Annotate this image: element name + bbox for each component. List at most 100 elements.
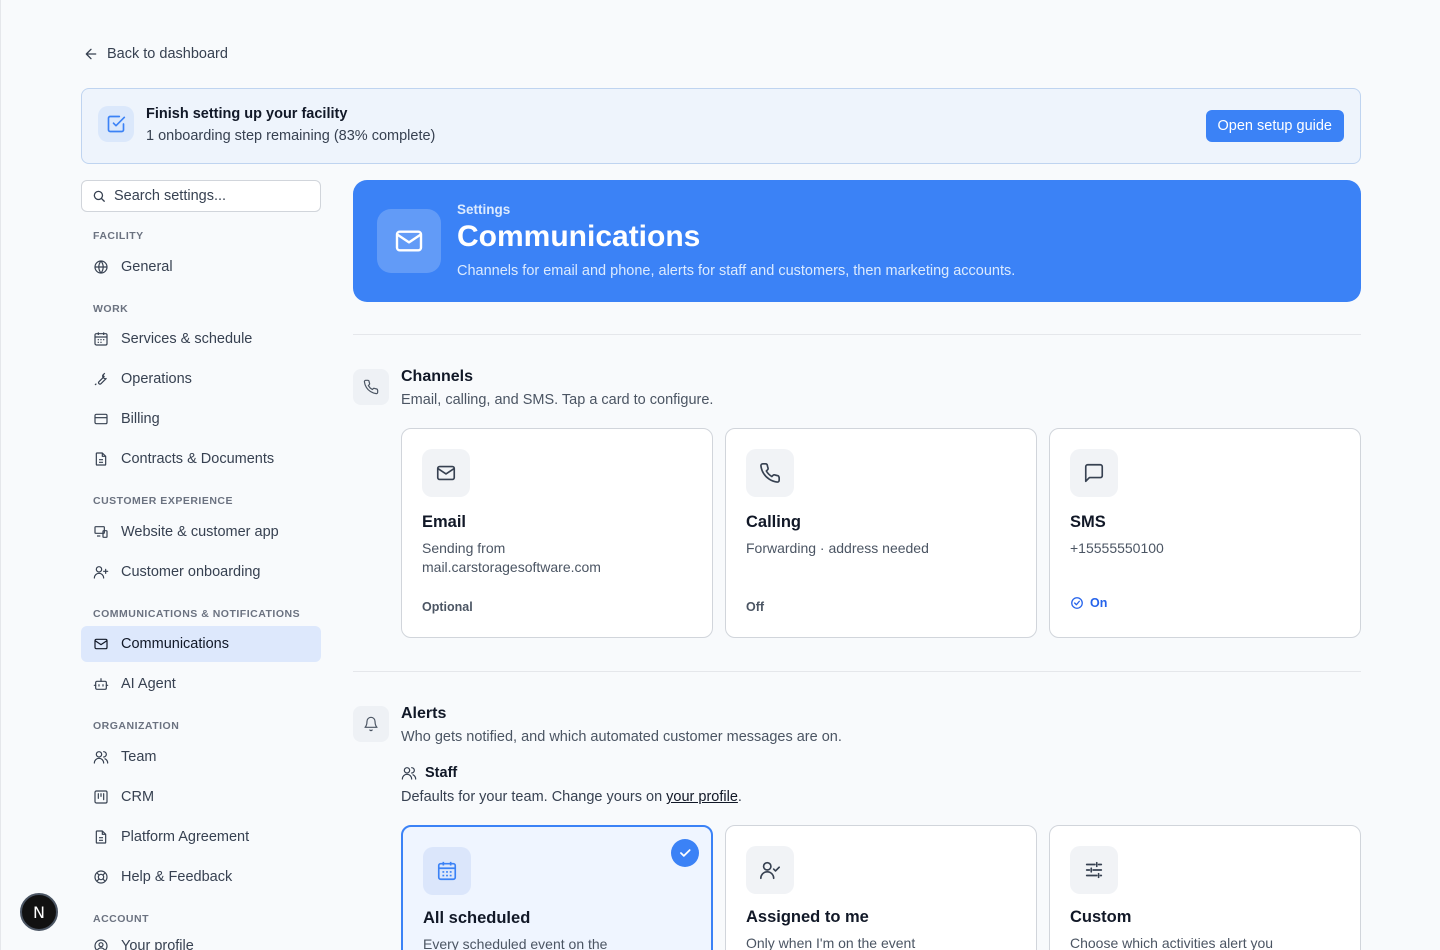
staff-label-text: Staff	[425, 765, 458, 781]
sidebar-item-your-profile[interactable]: Your profile	[81, 928, 321, 950]
card-title: Custom	[1070, 908, 1132, 926]
card-description: Forwarding · address needed	[746, 540, 929, 556]
alerts-title: Alerts	[401, 705, 447, 722]
sidebar-item-customer-onboarding[interactable]: Customer onboarding	[81, 554, 321, 590]
alert-card-custom[interactable]: Custom Choose which activities alert you	[1049, 825, 1361, 950]
sidebar-item-operations[interactable]: Operations	[81, 361, 321, 397]
phone-icon	[353, 369, 389, 405]
setup-title: Finish setting up your facility	[146, 106, 348, 122]
check-icon	[671, 839, 699, 867]
sidebar-item-website-customer-app[interactable]: Website & customer app	[81, 514, 321, 550]
card-title: SMS	[1070, 513, 1106, 531]
bell-icon	[353, 706, 389, 742]
sidebar-item-services-schedule[interactable]: Services & schedule	[81, 321, 321, 357]
mail-icon	[93, 636, 109, 652]
sidebar-item-label: Website & customer app	[121, 524, 279, 540]
sidebar-item-team[interactable]: Team	[81, 739, 321, 775]
card-title: Email	[422, 513, 467, 531]
sidebar-item-label: Team	[121, 749, 157, 765]
sidebar-item-label: Your profile	[121, 938, 194, 950]
staff-desc-suffix: .	[737, 789, 742, 805]
avatar[interactable]: N	[20, 893, 58, 931]
staff-subsection-label: Staff	[401, 765, 457, 781]
sidebar-item-label: Services & schedule	[121, 331, 253, 347]
phone-icon	[746, 449, 794, 497]
user-circle-icon	[93, 938, 109, 950]
message-icon	[1070, 449, 1118, 497]
sidebar-item-label: General	[121, 259, 173, 275]
channel-card-sms[interactable]: SMS +15555550100 On	[1049, 428, 1361, 638]
bot-icon	[93, 676, 109, 692]
alert-card-assigned-to-me[interactable]: Assigned to me Only when I'm on the even…	[725, 825, 1037, 950]
sidebar-item-billing[interactable]: Billing	[81, 401, 321, 437]
nav-section-customer-experience: CUSTOMER EXPERIENCE	[93, 495, 233, 507]
sliders-icon	[1070, 846, 1118, 894]
card-description: Every scheduled event on the	[423, 936, 608, 950]
search-icon	[92, 189, 106, 203]
staff-desc-text: Defaults for your team. Change yours on	[401, 789, 667, 805]
page-hero: Settings Communications Channels for ema…	[353, 180, 1361, 302]
devices-icon	[93, 524, 109, 540]
divider	[353, 334, 1361, 335]
sidebar-item-communications[interactable]: Communications	[81, 626, 321, 662]
sidebar-item-ai-agent[interactable]: AI Agent	[81, 666, 321, 702]
nav-section-facility: FACILITY	[93, 230, 144, 242]
settings-search	[81, 180, 321, 212]
channels-title: Channels	[401, 368, 474, 385]
users-icon	[401, 765, 417, 781]
card-title: Assigned to me	[746, 908, 869, 926]
sidebar-item-crm[interactable]: CRM	[81, 779, 321, 815]
your-profile-link[interactable]: your profile	[666, 789, 738, 805]
lifebuoy-icon	[93, 869, 109, 885]
hero-eyebrow: Settings	[457, 202, 511, 217]
credit-card-icon	[93, 411, 109, 427]
sidebar-item-label: Customer onboarding	[121, 564, 261, 580]
status-badge: Off	[746, 600, 765, 614]
users-icon	[93, 749, 109, 765]
mail-icon	[377, 209, 441, 273]
sidebar-item-general[interactable]: General	[81, 249, 321, 285]
card-description: +15555550100	[1070, 540, 1164, 556]
channel-card-calling[interactable]: Calling Forwarding · address needed Off	[725, 428, 1037, 638]
back-to-dashboard-link[interactable]: Back to dashboard	[83, 46, 228, 62]
status-label: On	[1090, 596, 1108, 610]
page-title: Communications	[457, 220, 701, 253]
card-title: All scheduled	[423, 909, 531, 927]
document-icon	[93, 451, 109, 467]
user-plus-icon	[93, 564, 109, 580]
document-icon	[93, 829, 109, 845]
card-description: Only when I'm on the event	[746, 935, 916, 950]
sidebar-item-label: Contracts & Documents	[121, 451, 275, 467]
calendar-grid-icon	[423, 847, 471, 895]
alert-card-all-scheduled[interactable]: All scheduled Every scheduled event on t…	[401, 825, 713, 950]
nav-section-organization: ORGANIZATION	[93, 720, 180, 732]
mail-icon	[422, 449, 470, 497]
setup-banner: Finish setting up your facility 1 onboar…	[81, 88, 1361, 164]
back-link-label: Back to dashboard	[107, 46, 228, 62]
alerts-description: Who gets notified, and which automated c…	[401, 729, 842, 745]
channels-description: Email, calling, and SMS. Tap a card to c…	[401, 392, 714, 408]
sidebar-item-label: Platform Agreement	[121, 829, 250, 845]
sidebar-item-label: Operations	[121, 371, 192, 387]
card-description: Sending from mail.carstoragesoftware.com	[422, 540, 601, 575]
sidebar-item-label: Billing	[121, 411, 160, 427]
nav-section-account: ACCOUNT	[93, 913, 149, 925]
sidebar-item-help-feedback[interactable]: Help & Feedback	[81, 859, 321, 895]
open-setup-guide-button[interactable]: Open setup guide	[1205, 110, 1344, 142]
wrench-icon	[93, 371, 109, 387]
hero-description: Channels for email and phone, alerts for…	[457, 263, 1016, 279]
user-check-icon	[746, 846, 794, 894]
sidebar-item-platform-agreement[interactable]: Platform Agreement	[81, 819, 321, 855]
card-description: Choose which activities alert you	[1070, 935, 1274, 950]
nav-section-communications-notifications: COMMUNICATIONS & NOTIFICATIONS	[93, 608, 301, 620]
sidebar-item-label: Help & Feedback	[121, 869, 233, 885]
divider	[353, 671, 1361, 672]
search-input[interactable]	[114, 188, 314, 204]
staff-description: Defaults for your team. Change yours on …	[401, 789, 742, 805]
checkbox-icon	[98, 106, 134, 142]
nav-section-work: WORK	[93, 303, 129, 315]
channel-card-email[interactable]: Email Sending from mail.carstoragesoftwa…	[401, 428, 713, 638]
sidebar-item-contracts-documents[interactable]: Contracts & Documents	[81, 441, 321, 477]
globe-icon	[93, 259, 109, 275]
status-badge: Optional	[422, 600, 473, 614]
